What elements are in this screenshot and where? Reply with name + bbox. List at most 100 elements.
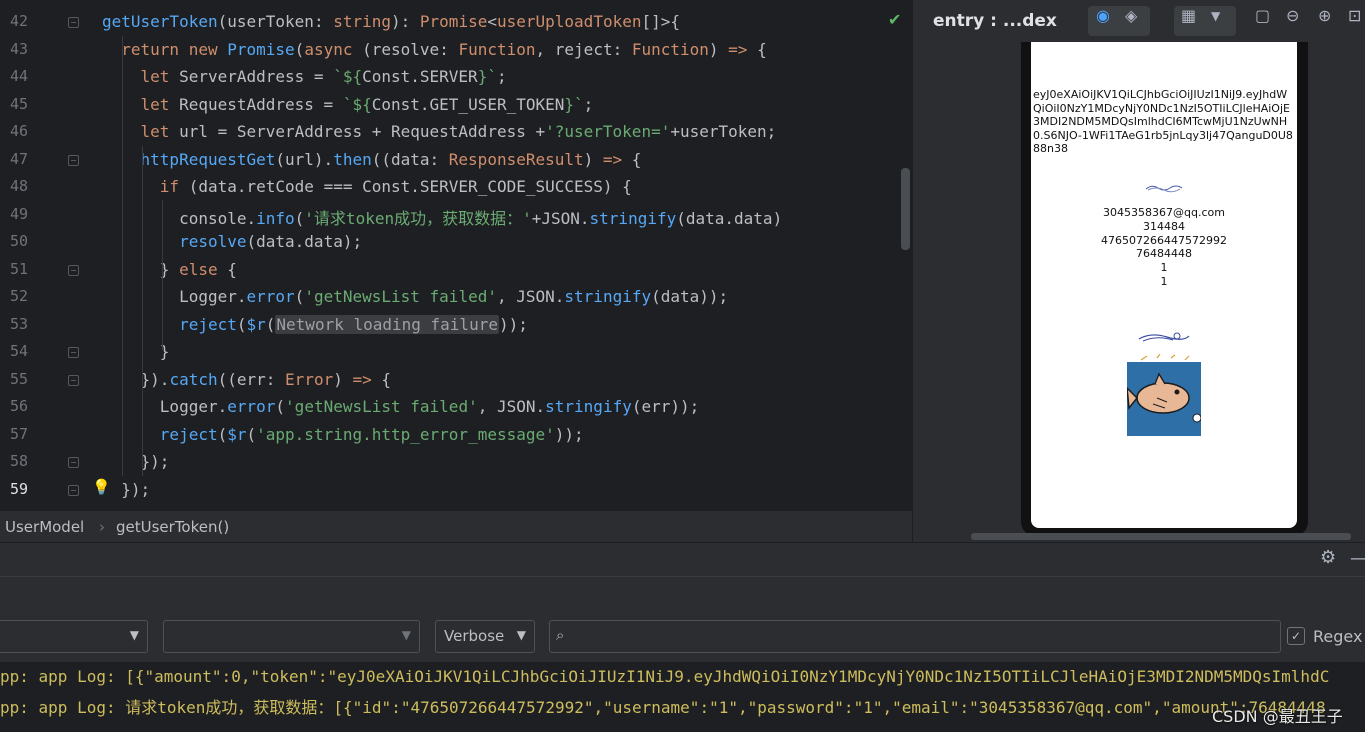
code-token: { (747, 39, 767, 59)
fold-icon[interactable] (68, 154, 79, 166)
lightbulb-icon[interactable]: 💡 (92, 478, 111, 496)
line-number: 51 (9, 259, 28, 278)
chevron-down-icon[interactable]: ▼ (1211, 9, 1220, 23)
code-token: $r (246, 314, 266, 334)
line-number: 43 (9, 39, 28, 58)
code-token: userToken (227, 12, 314, 31)
code-token: err (236, 369, 266, 389)
code-token: ( (246, 424, 257, 444)
line-number: 57 (9, 424, 28, 443)
code-token: return new (121, 39, 228, 59)
fold-icon[interactable] (68, 457, 79, 468)
code-token: , JSON. (496, 287, 565, 306)
user-info-line: 3045358367@qq.com (1103, 206, 1225, 219)
code-token: reject (179, 314, 237, 334)
code-token: (url). (275, 149, 334, 169)
fold-icon[interactable] (68, 374, 79, 386)
log-output[interactable]: pp: app Log: [{"amount":0,"token":"eyJ0e… (0, 662, 1365, 732)
code-token: console. (102, 208, 257, 228)
code-token: ResponseResult (448, 149, 584, 169)
indent-guide (122, 36, 123, 476)
line-number: 44 (9, 67, 28, 85)
code-token: ( (217, 424, 228, 444)
breadcrumb-method[interactable]: getUserToken() (116, 518, 229, 536)
device-screen[interactable]: eyJ0eXAiOiJKV1QiLCJhbGciOiJIUzI1NiJ9.eyJ… (1031, 42, 1297, 528)
device-dropdown[interactable]: ▼ (0, 620, 148, 653)
editor-scrollbar[interactable] (901, 168, 910, 250)
code-token: : (313, 12, 334, 31)
log-search-field[interactable]: ⌕ (549, 620, 1281, 653)
code-token: => (602, 149, 623, 169)
code-token: httpRequestGet (140, 149, 276, 169)
log-line: pp: app Log: 请求token成功，获取数据：[{"id":"4765… (0, 698, 1326, 717)
code-token: '?userToken=' (545, 122, 671, 141)
code-token: Network loading failure (275, 314, 499, 334)
code-token: Error (285, 369, 334, 389)
user-info-line: 1 (1160, 261, 1168, 275)
code-token: else (179, 259, 218, 279)
breadcrumb-class[interactable]: UserModel (5, 518, 84, 536)
code-line: resolve(data.data); (102, 232, 362, 251)
process-dropdown[interactable]: ▼ (163, 620, 420, 653)
code-token: userUploadToken (496, 12, 642, 31)
line-number: 45 (9, 94, 28, 113)
code-token: +userToken; (670, 122, 777, 141)
minimize-icon[interactable]: — (1350, 548, 1365, 569)
code-token: ; (583, 94, 594, 114)
code-line: let RequestAddress = `${Const.GET_USER_T… (102, 94, 594, 114)
line-number: 59 (9, 479, 28, 498)
log-level-dropdown[interactable]: Verbose ▼ (435, 620, 535, 653)
line-gutter: 42 43 44 45 46 47 48 49 50 51 52 53 54 55 56 57 58 59 (0, 0, 88, 510)
layers-icon[interactable]: ◈ (1125, 6, 1137, 25)
code-token: error (227, 397, 276, 416)
code-token: []>{ (641, 12, 681, 31)
code-token: ( (294, 39, 305, 59)
code-line: Logger.error('getNewsList failed', JSON.… (102, 287, 728, 306)
code-token: { (371, 369, 392, 389)
fold-icon[interactable] (68, 347, 79, 358)
gear-icon[interactable]: ⚙ (1320, 547, 1336, 568)
user-info-line: 476507266447572992 (1101, 233, 1227, 247)
code-line: reject($r(Network loading failure)); (102, 314, 528, 334)
avatar-image (1127, 354, 1201, 436)
code-token: ( (217, 12, 228, 31)
code-token: `${ (333, 67, 363, 86)
code-line: } (102, 342, 170, 361)
code-token: (( (217, 369, 237, 389)
code-token: resolve (179, 232, 247, 251)
code-token: ServerAddress = (179, 67, 334, 86)
fold-icon[interactable] (68, 484, 79, 496)
regex-checkbox[interactable]: ✓ (1287, 627, 1305, 645)
zoom-out-icon[interactable]: ⊖ (1286, 6, 1299, 25)
code-line: }); (102, 452, 170, 471)
inspect-icon[interactable]: ◉ (1096, 6, 1110, 25)
code-token: error (246, 287, 295, 306)
code-token: , (535, 39, 555, 59)
code-editor[interactable]: 42 43 44 45 46 47 48 49 50 51 52 53 54 55 56 57 58 59 get… (0, 0, 912, 510)
fold-icon[interactable] (68, 264, 79, 276)
user-info-line: 1 (1160, 274, 1168, 288)
code-token: Logger. (102, 287, 247, 306)
zoom-in-icon[interactable]: ⊕ (1318, 6, 1331, 25)
code-line: getUserToken(userToken: string): Promise… (102, 12, 680, 31)
code-token: , JSON. (477, 397, 546, 416)
reset-zoom-icon[interactable]: ⊡ (1348, 6, 1361, 25)
fit-screen-icon[interactable]: ▢ (1255, 6, 1270, 25)
code-token: ( (236, 314, 247, 334)
token-text: eyJ0eXAiOiJKV1QiLCJhbGciOiJIUzI1NiJ9.eyJ… (1033, 88, 1293, 155)
code-token: then (333, 149, 372, 169)
line-number: 49 (9, 204, 28, 223)
code-token: ) (333, 369, 353, 389)
code-token: let (140, 94, 180, 114)
grid-icon[interactable]: ▦ (1181, 6, 1196, 25)
code-token: ) (583, 149, 603, 169)
fold-icon[interactable] (68, 17, 79, 28)
line-number: 53 (9, 314, 28, 333)
code-line: httpRequestGet(url).then((data: Response… (102, 149, 642, 169)
indent-guide (162, 310, 163, 350)
checkmark-icon: ✔ (888, 10, 902, 29)
code-token: Const.GET_USER_TOKEN (371, 94, 565, 114)
log-search-input[interactable] (580, 625, 1274, 649)
previewer-scrollbar[interactable] (971, 533, 1351, 540)
